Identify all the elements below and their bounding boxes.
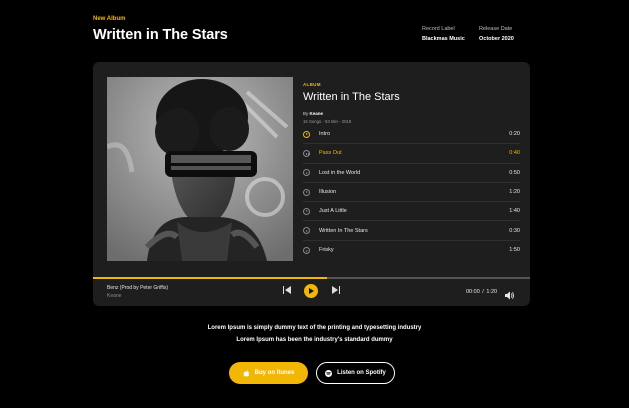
description-line-1: Lorem Ipsum is simply dummy text of the … xyxy=(207,325,422,331)
now-playing-title: Benz (Prod by Peter Griffis) xyxy=(107,285,169,291)
record-label-key: Record Label xyxy=(422,26,455,32)
progress-bar[interactable] xyxy=(93,277,530,279)
track-duration: 1:40 xyxy=(509,208,520,215)
track-name: Illusion xyxy=(319,189,337,196)
track-row[interactable]: Just A Little 1:40 xyxy=(303,202,520,222)
track-row[interactable]: Written In The Stars 0:30 xyxy=(303,221,520,241)
skip-back-icon[interactable] xyxy=(283,286,291,294)
play-icon[interactable] xyxy=(303,169,310,177)
track-row[interactable]: Frisky 1:50 xyxy=(303,241,520,260)
play-icon[interactable] xyxy=(303,227,310,235)
release-date-key: Release Date xyxy=(479,26,513,32)
album-cover-photo xyxy=(107,77,293,261)
spotify-label: Listen on Spotify xyxy=(337,370,386,376)
album-info: ALBUM Written in The Stars By Keane 15 S… xyxy=(303,82,520,124)
time-separator: / xyxy=(482,289,484,295)
track-row-active[interactable]: Pass Out 0:40 xyxy=(303,144,520,164)
play-icon[interactable] xyxy=(303,207,310,215)
track-list: Intro 0:20 Pass Out 0:40 Lost in the Wor… xyxy=(303,125,520,260)
track-duration: 1:20 xyxy=(509,189,520,196)
release-date-meta: Release Date October 2020 xyxy=(479,26,514,42)
page-header: New Album Written in The Stars Record La… xyxy=(93,16,533,46)
track-name: Just A Little xyxy=(319,208,347,215)
track-duration: 0:50 xyxy=(509,169,520,176)
play-icon[interactable] xyxy=(303,246,310,254)
track-duration: 0:40 xyxy=(509,150,520,157)
track-name: Pass Out xyxy=(319,150,342,157)
page-title: Written in The Stars xyxy=(93,27,228,43)
play-icon[interactable] xyxy=(303,130,310,138)
description-line-2: Lorem Ipsum has been the industry's stan… xyxy=(236,337,393,343)
track-row[interactable]: Intro 0:20 xyxy=(303,125,520,145)
track-name: Frisky xyxy=(319,247,334,254)
track-duration: 1:50 xyxy=(509,247,520,254)
skip-forward-icon[interactable] xyxy=(332,286,340,294)
now-playing-artist: Keane xyxy=(107,293,122,299)
track-duration: 0:20 xyxy=(509,131,520,138)
record-label-meta: Record Label Blackmas Music xyxy=(422,26,465,42)
progress-fill xyxy=(93,277,327,279)
pause-icon[interactable] xyxy=(303,149,310,157)
itunes-label: Buy on Itunes xyxy=(254,370,295,376)
album-tag: ALBUM xyxy=(303,82,321,87)
track-name: Written In The Stars xyxy=(319,227,368,234)
spotify-icon xyxy=(325,369,333,377)
total-time: 1:20 xyxy=(486,289,498,295)
buy-on-itunes-button[interactable]: Buy on Itunes xyxy=(229,362,308,384)
album-stats: 15 Songs - 53 Min - 2018 xyxy=(303,119,352,124)
album-byline: By Keane xyxy=(303,111,520,116)
track-row[interactable]: Lost in the World 0:50 xyxy=(303,164,520,183)
volume-icon[interactable] xyxy=(505,287,515,300)
release-date-value: October 2020 xyxy=(479,36,514,42)
play-icon[interactable] xyxy=(304,284,318,298)
eyebrow-label: New Album xyxy=(93,16,126,22)
track-name: Lost in the World xyxy=(319,169,361,176)
apple-icon xyxy=(243,369,250,377)
play-icon[interactable] xyxy=(303,188,310,196)
listen-on-spotify-button[interactable]: Listen on Spotify xyxy=(316,362,395,384)
track-duration: 0:30 xyxy=(509,227,520,234)
current-time: 00:00 xyxy=(466,289,480,295)
album-title: Written in The Stars xyxy=(303,91,400,103)
time-readout: 00:00 / 1:20 xyxy=(466,289,497,295)
record-label-value: Blackmas Music xyxy=(422,36,465,42)
by-prefix: By xyxy=(303,111,309,116)
track-name: Intro xyxy=(319,131,331,138)
album-artist: Keane xyxy=(309,111,324,116)
track-row[interactable]: Illusion 1:20 xyxy=(303,183,520,203)
album-player-card: ALBUM Written in The Stars By Keane 15 S… xyxy=(93,62,530,306)
album-cover-image xyxy=(107,77,293,261)
